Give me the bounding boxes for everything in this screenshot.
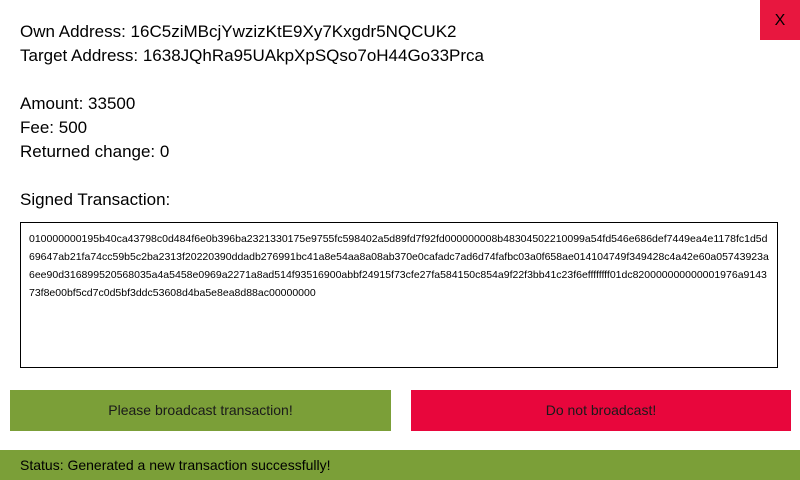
target-address: Target Address: 1638JQhRa95UAkpXpSQso7oH… xyxy=(20,46,484,65)
signed-transaction-heading: Signed Transaction: xyxy=(20,190,171,209)
status-bar: Status: Generated a new transaction succ… xyxy=(0,450,800,480)
broadcast-button[interactable]: Please broadcast transaction! xyxy=(10,390,391,431)
own-address: Own Address: 16C5ziMBcjYwzizKtE9Xy7Kxgdr… xyxy=(20,22,457,41)
fee-label: Fee: 500 xyxy=(20,118,88,137)
amount-label: Amount: 33500 xyxy=(20,94,136,113)
signed-transaction-text[interactable]: 010000000195b40ca43798c0d484f6e0b396ba23… xyxy=(20,222,778,368)
returned-change-label: Returned change: 0 xyxy=(20,142,170,161)
do-not-broadcast-button[interactable]: Do not broadcast! xyxy=(411,390,791,431)
close-button[interactable]: X xyxy=(760,0,800,40)
